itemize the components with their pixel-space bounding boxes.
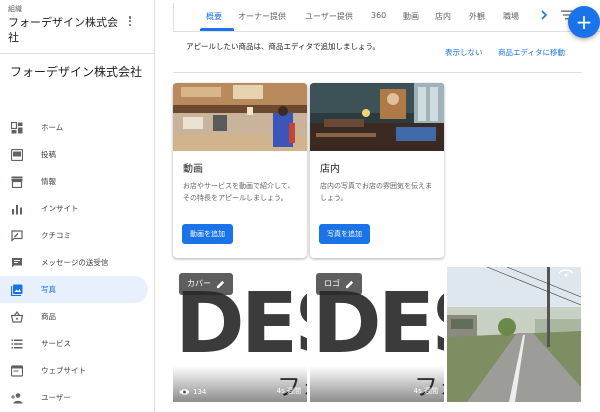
sidebar-item-products[interactable]: 商品 — [0, 303, 155, 330]
list-icon — [11, 339, 23, 349]
sidebar-item-photos[interactable]: 写真 — [0, 276, 148, 303]
product-editor-prompt: アピールしたい商品は、商品エディタで追加しましょう。 — [186, 42, 381, 51]
tab-customer[interactable]: ユーザー提供 — [305, 11, 353, 22]
reviews-icon — [11, 230, 23, 242]
website-icon — [11, 365, 23, 377]
chevron-right-icon[interactable] — [537, 8, 551, 22]
sidebar-item-label: 情報 — [41, 177, 56, 186]
chip-label: ロゴ — [324, 279, 340, 288]
card-title: 店内 — [320, 164, 340, 175]
tab-owner[interactable]: オーナー提供 — [238, 11, 286, 22]
tile-shade — [173, 366, 307, 402]
sidebar-item-posts[interactable]: 投稿 — [0, 141, 155, 168]
sidebar-item-users[interactable]: ユーザー — [0, 384, 155, 411]
sidebar-item-label: サービス — [41, 339, 71, 348]
active-tab-indicator — [200, 28, 234, 31]
add-photo-button[interactable]: 写真を追加 — [319, 224, 370, 244]
interior-card: 店内 店内の写真でお店の雰囲気を伝えましょう。 写真を追加 — [310, 83, 444, 258]
view-count-value: 134 — [193, 388, 207, 396]
pencil-icon — [216, 280, 225, 288]
sidebar-item-insights[interactable]: インサイト — [0, 195, 155, 222]
tab-overview[interactable]: 概要 — [206, 11, 222, 22]
upload-age: 4s 週間 — [276, 387, 301, 395]
tab-360[interactable]: 360 — [371, 11, 386, 20]
sidebar-item-messages[interactable]: メッセージの送受信 — [0, 249, 155, 276]
prompt-divider — [173, 72, 582, 73]
sidebar-item-reviews[interactable]: クチコミ — [0, 222, 155, 249]
tabbar-border — [173, 3, 174, 31]
more-options-icon[interactable] — [124, 14, 136, 28]
sidebar-item-services[interactable]: サービス — [0, 330, 155, 357]
sidebar-item-label: インサイト — [41, 204, 79, 213]
sidebar-item-label: ユーザー — [41, 393, 71, 402]
logo-chip[interactable]: ロゴ — [316, 273, 362, 295]
sidebar-nav: ホーム 投稿 情報 インサイト クチコミ メッセージの送受信 写真 商品 サービ… — [0, 114, 155, 411]
basket-icon — [11, 311, 23, 323]
interior-photo — [310, 83, 444, 151]
photos-page: 組織 フォーデザイン株式会社 フォーデザイン株式会社 ホーム 投稿 情報 インサ… — [0, 0, 600, 412]
sidebar-item-label: 商品 — [41, 312, 56, 321]
sidebar-item-label: ホーム — [41, 123, 64, 132]
view-count: 134 — [179, 388, 206, 396]
tab-interior[interactable]: 店内 — [435, 11, 451, 22]
logo-photo-tile[interactable]: DES フォ ロゴ 4s 週間 — [310, 267, 444, 402]
tab-exterior[interactable]: 外観 — [469, 11, 485, 22]
org-caption: 組織 — [8, 5, 22, 13]
sidebar-item-info[interactable]: 情報 — [0, 168, 155, 195]
dismiss-link[interactable]: 表示しない — [445, 47, 483, 58]
sidebar-item-label: クチコミ — [41, 231, 71, 240]
cafe-counter-photo — [173, 83, 307, 151]
card-description: 店内の写真でお店の雰囲気を伝えましょう。 — [320, 182, 432, 202]
sidebar: 組織 フォーデザイン株式会社 フォーデザイン株式会社 ホーム 投稿 情報 インサ… — [0, 0, 155, 412]
photo-category-tabs: 概要 オーナー提供 ユーザー提供 360 動画 店内 外観 職場 — [173, 0, 600, 32]
business-name: フォーデザイン株式会社 — [10, 65, 143, 79]
photo-icon — [11, 284, 23, 296]
card-title: 動画 — [183, 164, 203, 175]
tile-shade — [310, 366, 444, 402]
storefront-icon — [11, 176, 23, 188]
sidebar-item-website[interactable]: ウェブサイト — [0, 357, 155, 384]
chip-label: カバー — [187, 279, 211, 288]
sidebar-item-label: メッセージの送受信 — [41, 258, 109, 267]
post-icon — [11, 149, 23, 161]
cover-photo-tile[interactable]: DES フォ カバー 134 4s 週間 — [173, 267, 307, 402]
tab-video[interactable]: 動画 — [403, 11, 419, 22]
sidebar-item-label: ウェブサイト — [41, 366, 86, 375]
insights-icon — [12, 205, 22, 215]
upload-age: 4s 週間 — [413, 387, 438, 395]
add-person-icon — [11, 393, 23, 404]
sidebar-item-label: 写真 — [41, 285, 56, 294]
video-card: 動画 お店やサービスを動画で紹介して、その特長をアピールしましょう。 動画を追加 — [173, 83, 307, 258]
add-photo-fab[interactable]: + — [568, 6, 600, 38]
tab-workplace[interactable]: 職場 — [503, 11, 519, 22]
product-editor-link[interactable]: 商品エディタに移動 — [498, 47, 565, 58]
sidebar-divider — [0, 53, 155, 54]
sidebar-item-home[interactable]: ホーム — [0, 114, 155, 141]
cover-chip[interactable]: カバー — [179, 273, 233, 295]
eye-icon — [179, 389, 190, 395]
card-description: お店やサービスを動画で紹介して、その特長をアピールしましょう。 — [183, 182, 295, 202]
message-icon — [12, 258, 22, 268]
sidebar-item-label: 投稿 — [41, 150, 56, 159]
add-video-button[interactable]: 動画を追加 — [182, 224, 233, 244]
org-name[interactable]: フォーデザイン株式会社 — [8, 15, 126, 45]
plus-icon: + — [575, 10, 593, 34]
street-view-photo-tile[interactable] — [447, 267, 581, 402]
pencil-icon — [345, 280, 354, 288]
dashboard-icon — [11, 122, 23, 134]
